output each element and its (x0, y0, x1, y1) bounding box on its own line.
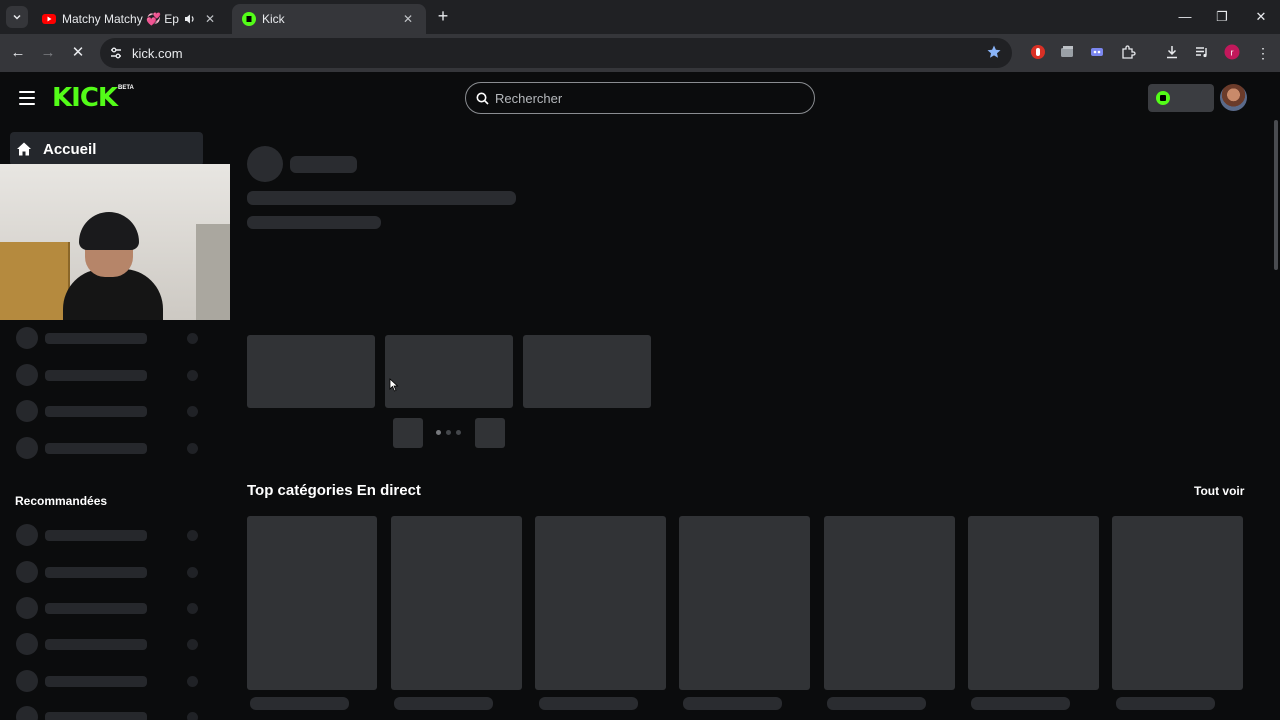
kick-coin-icon (1156, 91, 1170, 105)
tab-title: Matchy Matchy 💞 Ep 74: / (62, 12, 182, 26)
tab-title: Kick (262, 12, 285, 26)
featured-subtitle-skeleton (247, 216, 381, 229)
extension-red-icon[interactable] (1030, 44, 1046, 60)
address-bar[interactable]: kick.com (100, 38, 1012, 68)
carousel-card-skeleton[interactable] (385, 335, 513, 408)
category-name-skeleton (394, 697, 493, 710)
carousel-pagination[interactable] (436, 430, 461, 435)
download-icon[interactable] (1164, 44, 1180, 60)
category-card-skeleton[interactable] (391, 516, 522, 690)
carousel-next-button[interactable] (475, 418, 505, 448)
category-card-skeleton[interactable] (679, 516, 810, 690)
sidebar-skeleton-row (16, 597, 200, 619)
category-name-skeleton (539, 697, 638, 710)
category-card-skeleton[interactable] (247, 516, 377, 690)
site-settings-icon[interactable] (108, 45, 124, 61)
category-name-skeleton (971, 697, 1070, 710)
recommended-heading: Recommandées (15, 494, 108, 508)
sidebar-skeleton-row (16, 400, 200, 422)
extensions-puzzle-icon[interactable] (1120, 44, 1136, 60)
kicks-button[interactable] (1148, 84, 1214, 112)
category-card-skeleton[interactable] (968, 516, 1099, 690)
page-scrollbar[interactable] (1274, 120, 1278, 270)
browser-toolbar: ← → ✕ kick.com r ⋮ (0, 34, 1280, 72)
sidebar-skeleton-row (16, 706, 200, 720)
youtube-icon (42, 14, 56, 24)
svg-text:r: r (1231, 48, 1234, 58)
profile-avatar-icon[interactable]: r (1224, 44, 1240, 60)
category-card-skeleton[interactable] (535, 516, 666, 690)
close-tab-icon[interactable]: ✕ (400, 12, 416, 26)
kick-icon (242, 12, 256, 26)
featured-title-skeleton (247, 191, 516, 205)
sidebar-skeleton-row (16, 437, 200, 459)
window-close-button[interactable]: ✕ (1246, 6, 1276, 28)
featured-avatar-skeleton (247, 146, 283, 182)
browser-tab-youtube[interactable]: Matchy Matchy 💞 Ep 74: / ✕ (32, 4, 228, 34)
webcam-overlay (0, 164, 230, 320)
search-input[interactable] (495, 90, 795, 106)
back-button[interactable]: ← (7, 42, 29, 64)
carousel-card-skeleton[interactable] (247, 335, 375, 408)
search-bar[interactable] (465, 82, 815, 114)
browser-menu-button[interactable]: ⋮ (1252, 42, 1274, 64)
category-card-skeleton[interactable] (824, 516, 955, 690)
restore-button[interactable]: ❐ (1207, 6, 1237, 28)
forward-button[interactable]: → (37, 42, 59, 64)
mouse-cursor-icon (389, 378, 399, 392)
tab-search-button[interactable] (6, 6, 28, 28)
carousel-card-skeleton[interactable] (523, 335, 651, 408)
category-name-skeleton (827, 697, 926, 710)
sidebar-skeleton-row (16, 524, 200, 546)
sidebar-item-label: Accueil (43, 140, 97, 158)
carousel-prev-button[interactable] (393, 418, 423, 448)
category-name-skeleton (1116, 697, 1215, 710)
stop-loading-button[interactable]: ✕ (67, 42, 89, 64)
sidebar-skeleton-row (16, 364, 200, 386)
home-icon (17, 142, 31, 156)
browser-tab-kick[interactable]: Kick ✕ (232, 4, 426, 34)
kick-page: KICK BETA Accueil Recommandées Top catég… (0, 72, 1280, 720)
sidebar-item-home[interactable]: Accueil (10, 132, 203, 166)
see-all-link[interactable]: Tout voir (1194, 484, 1244, 498)
chevron-down-icon (13, 14, 21, 20)
browser-tab-strip: Matchy Matchy 💞 Ep 74: / ✕ Kick ✕ + — ❐ … (0, 0, 1280, 34)
media-controls-icon[interactable] (1194, 44, 1210, 60)
sidebar-skeleton-row (16, 561, 200, 583)
new-tab-button[interactable]: + (432, 6, 454, 28)
category-name-skeleton (250, 697, 349, 710)
menu-icon[interactable] (19, 91, 35, 105)
featured-name-skeleton (290, 156, 357, 173)
sidebar-skeleton-row (16, 670, 200, 692)
section-title: Top catégories En direct (247, 482, 421, 499)
url-text: kick.com (132, 45, 183, 61)
search-icon (476, 92, 489, 105)
user-avatar[interactable] (1220, 84, 1247, 111)
sidebar-skeleton-row (16, 633, 200, 655)
speaker-icon[interactable] (182, 12, 198, 26)
category-name-skeleton (683, 697, 782, 710)
close-tab-icon[interactable]: ✕ (202, 12, 218, 26)
beta-badge: BETA (118, 85, 134, 91)
extension-cards-icon[interactable] (1059, 44, 1075, 60)
bookmark-star-icon[interactable] (986, 44, 1002, 60)
sidebar-skeleton-row (16, 327, 200, 349)
minimize-button[interactable]: — (1170, 6, 1200, 28)
category-card-skeleton[interactable] (1112, 516, 1243, 690)
kick-logo[interactable]: KICK (52, 85, 118, 111)
extension-game-icon[interactable] (1089, 44, 1105, 60)
